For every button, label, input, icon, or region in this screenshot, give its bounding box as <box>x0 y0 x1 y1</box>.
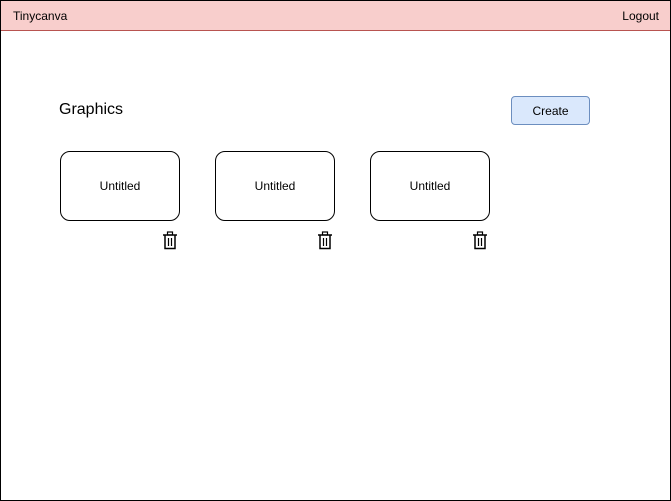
graphic-card[interactable]: Untitled <box>60 151 180 221</box>
graphic-card[interactable]: Untitled <box>370 151 490 221</box>
graphic-title: Untitled <box>409 179 451 193</box>
page-title: Graphics <box>59 101 124 118</box>
logout-link[interactable]: Logout <box>622 9 659 23</box>
graphic-card[interactable]: Untitled <box>215 151 335 221</box>
trash-icon[interactable] <box>317 231 333 250</box>
create-button[interactable]: Create <box>511 96 590 125</box>
app-window: Tinycanva Logout Graphics Create Untitle… <box>0 0 671 501</box>
graphic-title: Untitled <box>99 179 141 193</box>
trash-icon[interactable] <box>162 231 178 250</box>
graphic-title: Untitled <box>254 179 296 193</box>
app-title: Tinycanva <box>13 9 68 23</box>
top-bar: Tinycanva Logout <box>1 1 670 31</box>
trash-icon[interactable] <box>472 231 488 250</box>
